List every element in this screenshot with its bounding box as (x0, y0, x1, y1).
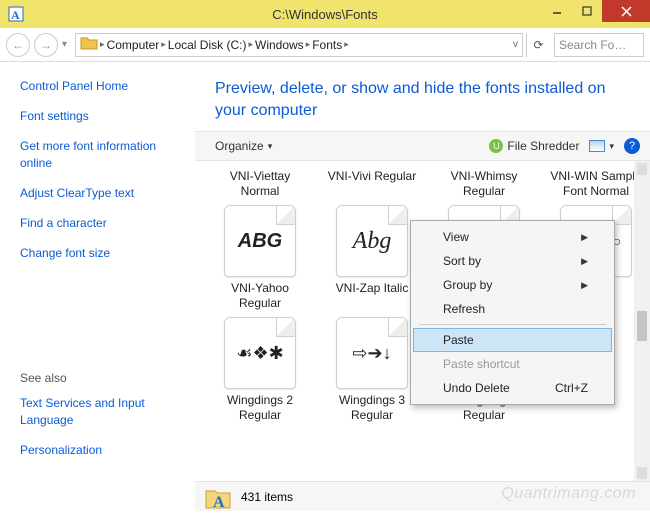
font-item[interactable]: VNI-WIN Sample Font Normal (549, 165, 643, 199)
navbar: ← → ▾ ▸ Computer ▸ Local Disk (C:) ▸ Win… (0, 28, 650, 62)
menu-sortby[interactable]: Sort by▶ (413, 249, 612, 273)
chevron-right-icon[interactable]: ▸ (344, 39, 349, 50)
chevron-right-icon[interactable]: ▸ (248, 39, 253, 50)
chevron-right-icon[interactable]: ▸ (306, 39, 311, 50)
sidebar-link[interactable]: Change font size (20, 245, 195, 261)
folder-font-icon: A (205, 486, 231, 508)
context-menu: View▶ Sort by▶ Group by▶ Refresh Paste P… (410, 220, 615, 405)
menu-undo-delete[interactable]: Undo DeleteCtrl+Z (413, 376, 612, 400)
breadcrumb-item[interactable]: Fonts (312, 38, 342, 52)
font-item[interactable]: ☙❖✱ Wingdings 2 Regular (213, 317, 307, 423)
close-button[interactable] (602, 0, 650, 22)
sidebar: Control Panel Home Font settings Get mor… (0, 62, 195, 481)
chevron-right-icon[interactable]: ▸ (161, 39, 166, 50)
minimize-button[interactable] (542, 0, 572, 22)
seealso-link[interactable]: Personalization (20, 442, 195, 458)
organize-button[interactable]: Organize ▾ (215, 139, 272, 153)
forward-button[interactable]: → (34, 33, 58, 57)
toolbar: Organize ▾ U File Shredder ▾ ? (195, 131, 650, 161)
font-item[interactable]: ⇨➔↓ Wingdings 3 Regular (325, 317, 419, 423)
scrollbar[interactable] (634, 161, 650, 481)
breadcrumb-item[interactable]: Computer (107, 38, 160, 52)
font-item[interactable]: VNI-Vivi Regular (325, 165, 419, 199)
back-button[interactable]: ← (6, 33, 30, 57)
breadcrumb-item[interactable]: Local Disk (C:) (168, 38, 247, 52)
svg-text:A: A (11, 8, 20, 22)
svg-text:A: A (213, 494, 225, 510)
chevron-right-icon[interactable]: ▸ (100, 39, 105, 50)
titlebar: A C:\Windows\Fonts (0, 0, 650, 28)
sidebar-link[interactable]: Adjust ClearType text (20, 185, 195, 201)
font-item[interactable]: VNI-Whimsy Regular (437, 165, 531, 199)
search-input[interactable]: Search Fo… (554, 33, 644, 57)
help-button[interactable]: ? (624, 138, 640, 154)
watermark: Quantrimang.com (501, 485, 636, 503)
folder-icon (80, 35, 98, 54)
window-title: C:\Windows\Fonts (272, 7, 377, 22)
page-heading: Preview, delete, or show and hide the fo… (195, 62, 650, 131)
refresh-button[interactable]: ⟳ (526, 33, 550, 57)
breadcrumb[interactable]: ▸ Computer ▸ Local Disk (C:) ▸ Windows ▸… (75, 33, 523, 57)
seealso-link[interactable]: Text Services and Input Language (20, 395, 180, 427)
fileshredder-button[interactable]: U File Shredder (489, 139, 579, 153)
recent-chevron-icon[interactable]: ▾ (62, 39, 67, 50)
app-icon: A (8, 6, 24, 22)
menu-refresh[interactable]: Refresh (413, 297, 612, 321)
sidebar-link[interactable]: Get more font information online (20, 138, 180, 170)
sidebar-link[interactable]: Font settings (20, 108, 195, 124)
menu-groupby[interactable]: Group by▶ (413, 273, 612, 297)
menu-paste[interactable]: Paste (413, 328, 612, 352)
status-count: 431 items (241, 490, 293, 504)
menu-paste-shortcut: Paste shortcut (413, 352, 612, 376)
font-item[interactable]: Abg VNI-Zap Italic (325, 205, 419, 311)
seealso-header: See also (20, 371, 195, 385)
sidebar-link[interactable]: Find a character (20, 215, 195, 231)
view-button[interactable]: ▾ (589, 140, 614, 152)
maximize-button[interactable] (572, 0, 602, 22)
menu-view[interactable]: View▶ (413, 225, 612, 249)
font-item[interactable]: ABG VNI-Yahoo Regular (213, 205, 307, 311)
shredder-icon: U (489, 139, 503, 153)
window-buttons (542, 0, 650, 22)
font-item[interactable]: VNI-Viettay Normal (213, 165, 307, 199)
chevron-down-icon[interactable]: v (513, 39, 518, 50)
sidebar-home[interactable]: Control Panel Home (20, 78, 195, 94)
breadcrumb-item[interactable]: Windows (255, 38, 304, 52)
menu-separator (419, 324, 606, 325)
